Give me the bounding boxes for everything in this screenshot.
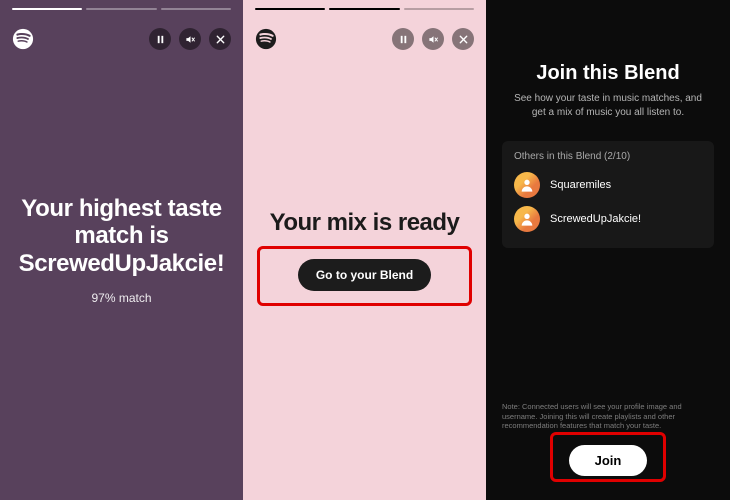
join-blend-title: Join this Blend [502,62,714,85]
join-button[interactable]: Join [569,445,648,476]
blend-member-name: ScrewedUpJakcie! [550,213,641,225]
avatar [514,172,540,198]
others-in-blend-label: Others in this Blend (2/10) [514,151,702,162]
spotify-logo-icon [12,28,34,50]
pause-button[interactable] [392,28,414,50]
join-blend-note: Note: Connected users will see your prof… [502,402,714,431]
taste-match-title: Your highest taste match is ScrewedUpJak… [16,195,227,278]
story-topbar [243,10,486,68]
avatar [514,206,540,232]
mix-ready-title: Your mix is ready [270,209,460,237]
join-blend-description: See how your taste in music matches, and… [502,92,714,119]
spotify-logo-icon [255,28,277,50]
mute-button[interactable] [179,28,201,50]
close-button[interactable] [452,28,474,50]
others-in-blend-box: Others in this Blend (2/10) Squaremiles … [502,141,714,248]
go-to-blend-button[interactable]: Go to your Blend [298,259,431,291]
story-panel-taste-match: Your highest taste match is ScrewedUpJak… [0,0,243,500]
blend-member-name: Squaremiles [550,179,611,191]
taste-match-percent: 97% match [91,291,151,305]
pause-button[interactable] [149,28,171,50]
mute-button[interactable] [422,28,444,50]
story-panel-mix-ready: Your mix is ready Go to your Blend [243,0,486,500]
blend-member-row: Squaremiles [514,172,702,198]
blend-member-row: ScrewedUpJakcie! [514,206,702,232]
close-button[interactable] [209,28,231,50]
join-blend-panel: Join this Blend See how your taste in mu… [486,0,730,500]
story-topbar [0,10,243,68]
